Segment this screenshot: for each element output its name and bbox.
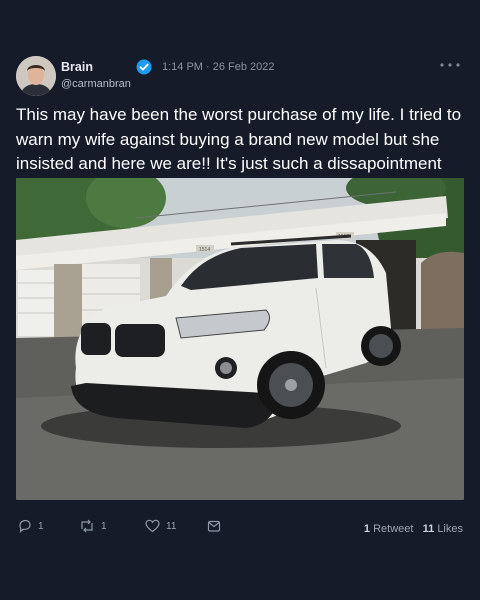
- retweet-button[interactable]: 1: [79, 519, 107, 533]
- reply-count: 1: [38, 520, 44, 532]
- author-handle[interactable]: @carmanbran: [61, 78, 131, 90]
- likes-number[interactable]: 11: [423, 523, 435, 535]
- share-button[interactable]: [207, 519, 221, 533]
- tweet-header: Brain @carmanbran 1:14 PM · 26 Feb 2022: [0, 52, 480, 102]
- avatar[interactable]: [16, 56, 56, 96]
- heart-icon: [145, 519, 160, 533]
- avatar-image: [16, 56, 56, 96]
- retweet-count: 1: [101, 520, 107, 532]
- photo-sign-left: 1514: [199, 247, 210, 253]
- reply-icon: [19, 519, 31, 533]
- retweets-label[interactable]: Retweet: [373, 523, 413, 535]
- engagement-stats: 1 Retweet 11 Likes: [364, 523, 463, 535]
- tweet-photo[interactable]: 1514 1518: [16, 178, 464, 500]
- retweet-icon: [81, 519, 93, 533]
- author-name[interactable]: Brain: [61, 60, 93, 74]
- likes-label[interactable]: Likes: [437, 523, 463, 535]
- car-photo-image: 1514 1518: [16, 178, 464, 500]
- like-button[interactable]: 11: [145, 519, 176, 533]
- tweet-timestamp[interactable]: 1:14 PM · 26 Feb 2022: [162, 61, 275, 73]
- verified-badge-icon: [136, 59, 152, 75]
- like-count: 11: [166, 520, 177, 532]
- retweets-number[interactable]: 1: [364, 523, 370, 535]
- reply-button[interactable]: 1: [18, 519, 44, 533]
- share-icon: [207, 520, 221, 532]
- tweet-text: This may have been the worst purchase of…: [16, 105, 462, 173]
- more-options-icon[interactable]: [437, 58, 463, 72]
